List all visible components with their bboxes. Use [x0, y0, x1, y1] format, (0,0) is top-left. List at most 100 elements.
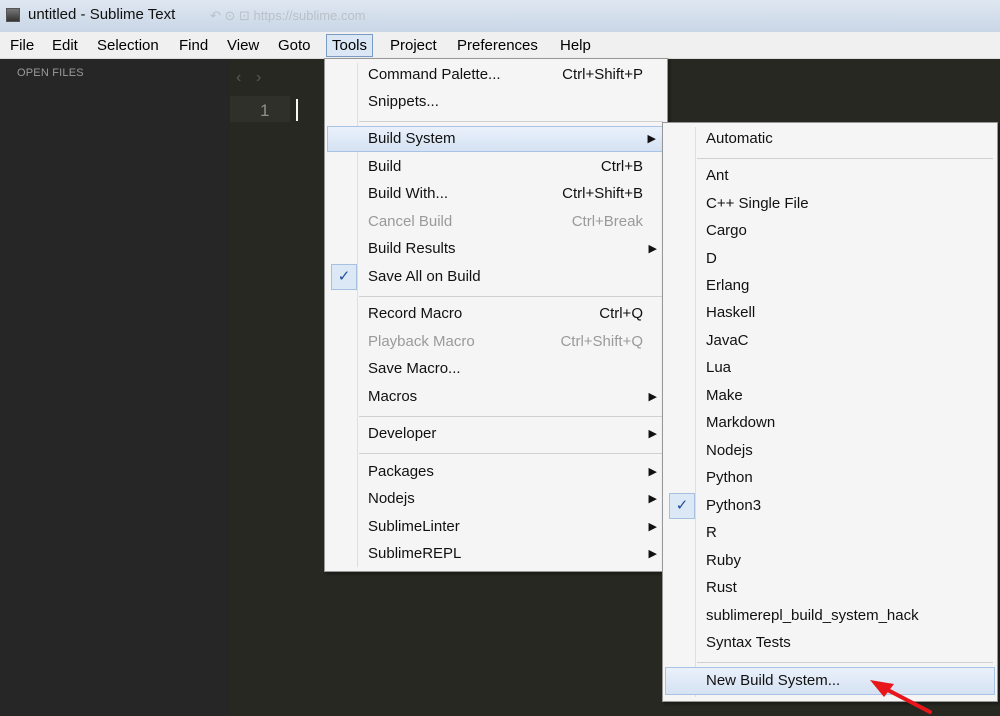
- save-all-on-build-item[interactable]: ✓ Save All on Build: [327, 264, 665, 290]
- sidebar: OPEN FILES: [0, 59, 230, 716]
- build-option-lua[interactable]: Lua: [665, 355, 995, 381]
- menu-separator: [359, 453, 663, 454]
- menu-selection[interactable]: Selection: [97, 37, 159, 54]
- line-number: 1: [260, 101, 270, 120]
- tools-menu: Command Palette... Ctrl+Shift+P Snippets…: [324, 58, 668, 572]
- build-option-syntax-tests[interactable]: Syntax Tests: [665, 630, 995, 656]
- menu-edit[interactable]: Edit: [52, 37, 78, 54]
- build-option-sublimerepl-hack[interactable]: sublimerepl_build_system_hack: [665, 603, 995, 629]
- submenu-arrow-icon: ▶: [648, 521, 657, 533]
- build-results-item[interactable]: Build Results ▶: [327, 236, 665, 262]
- build-option-label: C++ Single File: [706, 195, 809, 212]
- title-ghost-text: ↶ ⊙ ⊡ https://sublime.com: [210, 8, 366, 23]
- build-option-python[interactable]: Python: [665, 465, 995, 491]
- nodejs-item[interactable]: Nodejs ▶: [327, 486, 665, 512]
- build-option-cargo[interactable]: Cargo: [665, 218, 995, 244]
- cancel-build-label: Cancel Build: [368, 213, 453, 230]
- build-option-label: Cargo: [706, 222, 747, 239]
- menu-preferences[interactable]: Preferences: [457, 37, 538, 54]
- cancel-build-shortcut: Ctrl+Break: [571, 213, 643, 230]
- sublime-app-icon: [6, 8, 20, 22]
- build-label: Build: [368, 158, 402, 175]
- menu-find[interactable]: Find: [179, 37, 208, 54]
- submenu-arrow-icon: ▶: [648, 428, 657, 440]
- build-with-item[interactable]: Build With... Ctrl+Shift+B: [327, 181, 665, 207]
- build-option-label: Markdown: [706, 414, 776, 431]
- text-cursor: [296, 99, 298, 121]
- playback-macro-shortcut: Ctrl+Shift+Q: [560, 333, 643, 350]
- record-macro-item[interactable]: Record Macro Ctrl+Q: [327, 301, 665, 327]
- build-option-label: Ant: [706, 167, 729, 184]
- menu-tools[interactable]: Tools: [326, 34, 374, 57]
- build-option-label: Python3: [706, 497, 762, 514]
- submenu-arrow-icon: ▶: [648, 466, 657, 478]
- developer-item[interactable]: Developer ▶: [327, 421, 665, 447]
- menu-help[interactable]: Help: [560, 37, 591, 54]
- menu-file[interactable]: File: [10, 37, 34, 54]
- build-option-label: Syntax Tests: [706, 634, 791, 651]
- build-option-label: D: [706, 250, 717, 267]
- submenu-arrow-icon: ▶: [648, 493, 657, 505]
- build-option-label: Python: [706, 469, 753, 486]
- packages-item[interactable]: Packages ▶: [327, 459, 665, 485]
- menu-separator: [359, 416, 663, 417]
- build-option-d[interactable]: D: [665, 246, 995, 272]
- build-option-python3[interactable]: ✓ Python3: [665, 493, 995, 519]
- build-item[interactable]: Build Ctrl+B: [327, 154, 665, 180]
- build-option-nodejs[interactable]: Nodejs: [665, 438, 995, 464]
- checkmark-icon: ✓: [669, 493, 695, 519]
- build-option-javac[interactable]: JavaC: [665, 328, 995, 354]
- sublimelinter-item[interactable]: SublimeLinter ▶: [327, 514, 665, 540]
- build-option-erlang[interactable]: Erlang: [665, 273, 995, 299]
- snippets-item[interactable]: Snippets...: [327, 89, 665, 115]
- build-system-item[interactable]: Build System ▶: [327, 126, 665, 152]
- menu-bar: File Edit Selection Find View Goto Tools…: [0, 32, 1000, 59]
- open-files-label: OPEN FILES: [17, 67, 84, 79]
- submenu-arrow-icon: ▶: [648, 391, 657, 403]
- build-option-ant[interactable]: Ant: [665, 163, 995, 189]
- build-option-automatic[interactable]: Automatic: [665, 126, 995, 152]
- save-macro-item[interactable]: Save Macro...: [327, 356, 665, 382]
- build-option-haskell[interactable]: Haskell: [665, 300, 995, 326]
- annotation-arrow-icon: [870, 680, 932, 714]
- save-macro-label: Save Macro...: [368, 360, 461, 377]
- nav-forward-icon[interactable]: ›: [256, 69, 261, 87]
- macros-item[interactable]: Macros ▶: [327, 384, 665, 410]
- command-palette-label: Command Palette...: [368, 66, 501, 83]
- command-palette-item[interactable]: Command Palette... Ctrl+Shift+P: [327, 62, 665, 88]
- title-bar: untitled - Sublime Text ↶ ⊙ ⊡ https://su…: [0, 0, 1000, 32]
- build-shortcut: Ctrl+B: [600, 158, 643, 175]
- nav-back-icon[interactable]: ‹: [236, 69, 241, 87]
- build-option-make[interactable]: Make: [665, 383, 995, 409]
- build-option-cpp[interactable]: C++ Single File: [665, 191, 995, 217]
- sublimelinter-label: SublimeLinter: [368, 518, 460, 535]
- build-option-label: Ruby: [706, 552, 742, 569]
- annotation-arrow-head: [870, 680, 894, 697]
- build-option-ruby[interactable]: Ruby: [665, 548, 995, 574]
- build-option-rust[interactable]: Rust: [665, 575, 995, 601]
- menu-goto[interactable]: Goto: [278, 37, 311, 54]
- build-option-label: R: [706, 524, 717, 541]
- build-option-markdown[interactable]: Markdown: [665, 410, 995, 436]
- record-macro-label: Record Macro: [368, 305, 463, 322]
- menu-separator: [697, 662, 993, 663]
- build-with-label: Build With...: [368, 185, 449, 202]
- build-option-label: Make: [706, 387, 743, 404]
- build-option-label: Haskell: [706, 304, 756, 321]
- build-option-r[interactable]: R: [665, 520, 995, 546]
- checkmark-icon: ✓: [331, 264, 357, 290]
- menu-view[interactable]: View: [227, 37, 259, 54]
- snippets-label: Snippets...: [368, 93, 439, 110]
- menu-project[interactable]: Project: [390, 37, 437, 54]
- submenu-arrow-icon: ▶: [648, 548, 657, 560]
- build-option-label: JavaC: [706, 332, 749, 349]
- window-title: untitled - Sublime Text: [28, 6, 176, 23]
- new-build-system-item[interactable]: New Build System...: [665, 667, 995, 695]
- build-system-submenu: Automatic Ant C++ Single File Cargo D Er…: [662, 122, 998, 702]
- build-with-shortcut: Ctrl+Shift+B: [562, 185, 643, 202]
- record-macro-shortcut: Ctrl+Q: [599, 305, 643, 322]
- nodejs-label: Nodejs: [368, 490, 415, 507]
- new-build-system-label: New Build System...: [706, 672, 841, 689]
- sublimerepl-item[interactable]: SublimeREPL ▶: [327, 541, 665, 567]
- command-palette-shortcut: Ctrl+Shift+P: [562, 66, 643, 83]
